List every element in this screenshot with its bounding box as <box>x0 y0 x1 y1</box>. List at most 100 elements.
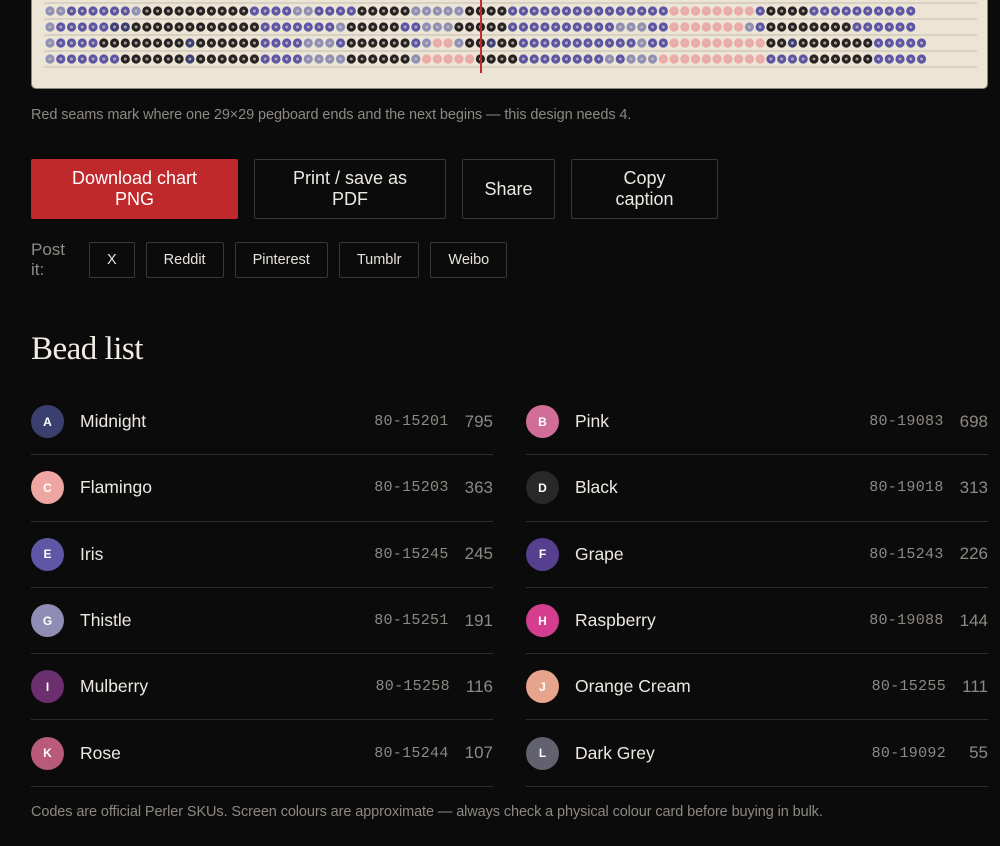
bead-hole <box>640 9 644 13</box>
bead-hole <box>823 57 827 61</box>
bead-hole <box>887 41 891 45</box>
bead-hole <box>694 9 698 13</box>
bead-sku-code: 80-19088 <box>869 612 944 630</box>
bead-hole <box>608 57 612 61</box>
bead-hole <box>780 25 784 29</box>
bead-sku-code: 80-15244 <box>374 744 449 762</box>
bead-hole <box>715 25 719 29</box>
bead-hole <box>683 57 687 61</box>
bead-hole <box>909 57 913 61</box>
bead-hole <box>80 9 84 13</box>
bead-hole <box>403 57 407 61</box>
bead-hole <box>274 57 278 61</box>
bead-hole <box>769 57 773 61</box>
pegboard-chart-preview <box>31 0 988 89</box>
bead-name: Orange Cream <box>575 676 691 697</box>
bead-count: 191 <box>464 610 493 630</box>
bead-hole <box>457 9 461 13</box>
bead-swatch: C <box>31 471 64 505</box>
share-button[interactable]: Share <box>462 159 555 219</box>
bead-hole <box>597 25 601 29</box>
bead-hole <box>758 9 762 13</box>
bead-hole <box>887 57 891 61</box>
bead-hole <box>694 57 698 61</box>
bead-hole <box>554 41 558 45</box>
bead-hole <box>317 41 321 45</box>
bead-hole <box>909 25 913 29</box>
bead-hole <box>801 57 805 61</box>
bead-hole <box>425 9 429 13</box>
bead-hole <box>468 25 472 29</box>
bead-hole <box>790 41 794 45</box>
bead-hole <box>747 9 751 13</box>
bead-hole <box>532 57 536 61</box>
bead-hole <box>177 25 181 29</box>
bead-hole <box>231 9 235 13</box>
bead-hole <box>855 25 859 29</box>
bead-hole <box>511 25 515 29</box>
bead-hole <box>521 57 525 61</box>
bead-hole <box>812 57 816 61</box>
bead-hole <box>758 57 762 61</box>
bead-hole <box>231 57 235 61</box>
bead-hole <box>737 25 741 29</box>
bead-hole <box>371 41 375 45</box>
bead-hole <box>414 57 418 61</box>
bead-hole <box>866 57 870 61</box>
post-pinterest-button[interactable]: Pinterest <box>234 242 328 278</box>
download-png-button[interactable]: Download chart PNG <box>31 159 238 219</box>
bead-hole <box>715 41 719 45</box>
bead-hole <box>446 25 450 29</box>
post-reddit-button[interactable]: Reddit <box>145 242 224 278</box>
bead-hole <box>156 41 160 45</box>
bead-hole <box>295 41 299 45</box>
bead-hole <box>844 9 848 13</box>
bead-hole <box>349 25 353 29</box>
bead-swatch: B <box>526 405 559 439</box>
bead-hole <box>468 57 472 61</box>
bead-hole <box>306 41 310 45</box>
bead-hole <box>166 41 170 45</box>
bead-hole <box>521 41 525 45</box>
bead-hole <box>59 57 63 61</box>
bead-row: F Grape 80-15243 226 <box>526 522 988 588</box>
bead-hole <box>672 57 676 61</box>
print-pdf-button[interactable]: Print / save as PDF <box>254 159 446 219</box>
copy-caption-button[interactable]: Copy caption <box>571 159 718 219</box>
bead-hole <box>123 41 127 45</box>
post-it-row: Post it: X Reddit Pinterest Tumblr Weibo <box>31 240 508 280</box>
post-tumblr-button[interactable]: Tumblr <box>338 242 420 278</box>
bead-hole <box>618 41 622 45</box>
bead-hole <box>360 25 364 29</box>
bead-hole <box>285 41 289 45</box>
post-x-button[interactable]: X <box>89 242 135 278</box>
bead-hole <box>758 25 762 29</box>
bead-hole <box>640 41 644 45</box>
bead-hole <box>113 25 117 29</box>
post-weibo-button[interactable]: Weibo <box>430 242 508 278</box>
bead-swatch: A <box>31 405 64 439</box>
bead-hole <box>177 41 181 45</box>
bead-hole <box>231 25 235 29</box>
bead-hole <box>801 41 805 45</box>
bead-hole <box>328 25 332 29</box>
bead-hole <box>844 41 848 45</box>
bead-hole <box>339 41 343 45</box>
bead-name: Flamingo <box>80 477 152 498</box>
bead-hole <box>747 25 751 29</box>
bead-sku-code: 80-15243 <box>869 545 944 563</box>
bead-hole <box>715 9 719 13</box>
bead-name: Raspberry <box>575 610 656 631</box>
bead-hole <box>102 25 106 29</box>
bead-sku-code: 80-15245 <box>374 545 449 563</box>
bead-name: Iris <box>80 543 104 564</box>
bead-hole <box>91 41 95 45</box>
bead-name: Midnight <box>80 411 147 432</box>
bead-hole <box>392 57 396 61</box>
bead-hole <box>887 9 891 13</box>
bead-hole <box>694 41 698 45</box>
bead-hole <box>70 25 74 29</box>
bead-sku-code: 80-15203 <box>374 479 449 497</box>
bead-hole <box>360 57 364 61</box>
bead-sku-code: 80-15258 <box>375 678 450 696</box>
